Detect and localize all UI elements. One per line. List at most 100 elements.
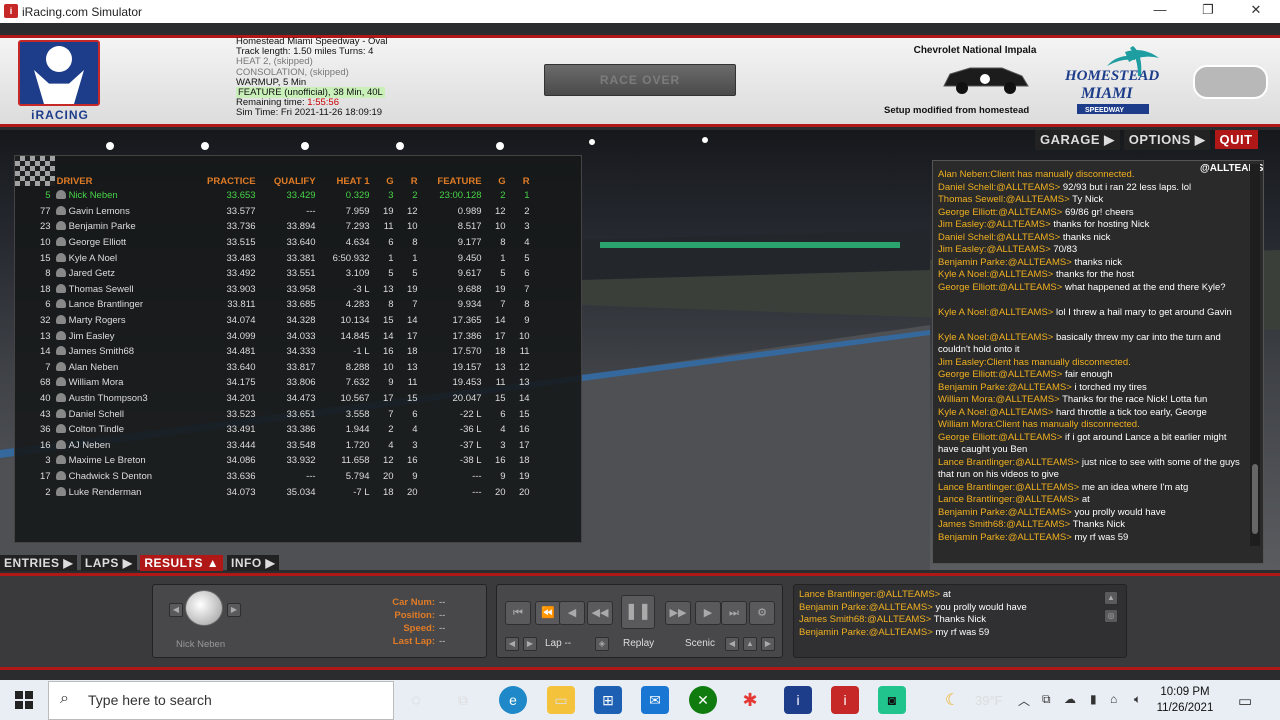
table-row[interactable]: 23 Benjamin Parke 33.736 33.894 7.293 11 10 8.5… [37, 219, 533, 235]
replay-step-forward-icon[interactable]: ▶ [695, 601, 721, 625]
col-practice[interactable]: PRACTICE [199, 174, 259, 188]
table-row[interactable]: 3 Maxime Le Breton 34.086 33.932 11.658 12 16 -… [37, 453, 533, 469]
practice-time: 33.903 [226, 283, 256, 295]
replay-camera-icon[interactable]: ⚙ [749, 601, 775, 625]
col-g2[interactable]: G [485, 174, 509, 188]
col-r1[interactable]: R [397, 174, 421, 188]
lap-next-button[interactable]: ▶ [523, 637, 537, 651]
tray-mic-icon[interactable]: ▮ [1090, 692, 1097, 706]
tab-results[interactable]: RESULTS ▲ [140, 555, 224, 571]
table-row[interactable]: 32 Marty Rogers 34.074 34.328 10.134 15 14 17.3… [37, 313, 533, 329]
feature-result: 9.450 [457, 252, 482, 264]
tray-volume-icon[interactable]: 🔈︎ [1134, 692, 1141, 707]
file-explorer-icon[interactable]: ▭ [547, 686, 575, 714]
chat-text: Client has manually disconnected. [990, 169, 1135, 180]
heat1-result: 0.329 [345, 190, 370, 202]
table-row[interactable]: 14 James Smith68 34.481 34.333 -1 L 16 18 17.57… [37, 344, 533, 360]
table-row[interactable]: 17 Chadwick S Denton 33.636 --- 5.794 20 9 --- 9… [37, 469, 533, 485]
tab-laps[interactable]: LAPS ▶ [80, 555, 137, 571]
col-g1[interactable]: G [373, 174, 397, 188]
table-row[interactable]: 8 Jared Getz 33.492 33.551 3.109 5 5 9.617 5 6 [37, 266, 533, 282]
hud-toggle-button[interactable] [1193, 65, 1268, 99]
lap-prev-button[interactable]: ◀ [505, 637, 519, 651]
car-number: 2 [45, 486, 51, 498]
table-row[interactable]: 16 AJ Neben 33.444 33.548 1.720 4 3 -37 L 3 17 [37, 438, 533, 454]
replay-mode-icon[interactable]: ◈ [595, 637, 609, 651]
col-r2[interactable]: R [509, 174, 533, 188]
camera-prev-button[interactable]: ◀ [725, 637, 739, 651]
store-icon[interactable]: ⊞ [594, 686, 622, 714]
notifications-icon[interactable]: ▭ [1238, 692, 1252, 710]
tab-info[interactable]: INFO ▶ [227, 555, 280, 571]
iracing-ui-icon[interactable]: i [784, 686, 812, 714]
replay-pause-icon[interactable]: ❚❚ [621, 595, 655, 629]
chat-panel[interactable]: Alan Neben:Client has manually disconnec… [932, 160, 1264, 564]
speed-value: -- [439, 623, 446, 634]
race-over-button[interactable]: RACE OVER [544, 64, 736, 96]
feature-grid: 15 [495, 393, 506, 405]
table-row[interactable]: 7 Alan Neben 33.640 33.817 8.288 10 13 19.157 13… [37, 360, 533, 376]
table-row[interactable]: 43 Daniel Schell 33.523 33.651 3.558 7 6 -22 L 6… [37, 406, 533, 422]
table-row[interactable]: 18 Thomas Sewell 33.903 33.958 -3 L 13 19 9.688… [37, 282, 533, 298]
col-feature[interactable]: FEATURE [421, 174, 485, 188]
garage-button[interactable]: GARAGE ▶ [1035, 130, 1120, 150]
camera-up-button[interactable]: ▲ [743, 637, 757, 651]
table-row[interactable]: 13 Jim Easley 34.099 34.033 14.845 14 17 17.386… [37, 328, 533, 344]
tray-expand-icon[interactable]: ︿ [1018, 692, 1030, 709]
chat-sender: Lance Brantlinger:@ALLTEAMS> [938, 494, 1080, 505]
iracing-sim-icon[interactable]: i [831, 686, 859, 714]
tray-device-icon[interactable]: ⧉ [1042, 692, 1051, 707]
weather-temperature[interactable]: 39°F [975, 693, 1003, 708]
tab-entries[interactable]: ENTRIES ▶ [0, 555, 78, 571]
taskbar-clock[interactable]: 10:09 PM 11/26/2021 [1150, 684, 1220, 716]
maximize-button[interactable]: ❐ [1188, 2, 1228, 22]
col-driver[interactable]: DRIVER [54, 174, 199, 188]
car-number: 6 [45, 299, 51, 311]
edge-icon[interactable]: e [499, 686, 527, 714]
windows-start-icon[interactable] [14, 690, 34, 710]
taskbar-search-placeholder[interactable]: Type here to search [88, 692, 212, 708]
minimize-button[interactable]: — [1140, 2, 1180, 22]
cortana-icon[interactable]: ○ [402, 686, 430, 714]
replay-rewind-icon[interactable]: ◀◀ [587, 601, 613, 625]
table-row[interactable]: 5 Nick Neben 33.653 33.429 0.329 3 2 23:00.128 2… [37, 188, 533, 204]
replay-start-icon[interactable]: ⏮ [505, 601, 531, 625]
chat-sender: George Elliott:@ALLTEAMS> [938, 281, 1063, 293]
replay-end-icon[interactable]: ⏭ [721, 601, 747, 625]
close-button[interactable]: ✕ [1236, 2, 1276, 22]
slack-icon[interactable]: ✱ [736, 686, 764, 714]
chat-message: Benjamin Parke:@ALLTEAMS> i torched my t… [938, 382, 1246, 394]
chat-text: thanks for hosting Nick [1050, 219, 1150, 230]
table-row[interactable]: 36 Colton Tindle 33.491 33.386 1.944 2 4 -36 L 4… [37, 422, 533, 438]
options-button[interactable]: OPTIONS ▶ [1123, 130, 1211, 150]
replay-step-back-icon[interactable]: ◀ [559, 601, 585, 625]
table-row[interactable]: 77 Gavin Lemons 33.577 --- 7.959 19 12 0.989 12 2 [37, 204, 533, 220]
table-row[interactable]: 68 William Mora 34.175 33.806 7.632 9 11 19.453… [37, 375, 533, 391]
next-car-button[interactable]: ▶ [227, 603, 241, 617]
replay-fast-forward-icon[interactable]: ▶▶ [665, 601, 691, 625]
tray-cloud-icon[interactable]: ☁ [1064, 692, 1076, 706]
col-heat1[interactable]: HEAT 1 [319, 174, 373, 188]
table-row[interactable]: 10 George Elliott 33.515 33.640 4.634 6 8 9.177… [37, 235, 533, 251]
tray-network-icon[interactable]: ⌂ [1110, 692, 1117, 706]
quit-button[interactable]: QUIT [1214, 130, 1258, 149]
replay-prev-incident-icon[interactable]: ⏪ [535, 601, 561, 625]
prev-car-button[interactable]: ◀ [169, 603, 183, 617]
mail-icon[interactable]: ✉ [641, 686, 669, 714]
clock-date: 11/26/2021 [1156, 702, 1214, 714]
chat-scroll-thumb[interactable] [1252, 464, 1258, 534]
table-row[interactable]: 40 Austin Thompson3 34.201 34.473 10.567 17 15… [37, 391, 533, 407]
table-row[interactable]: 6 Lance Brantlinger 33.811 33.685 4.283 8 7 9.9… [37, 297, 533, 313]
chat-message: Kyle A Noel:@ALLTEAMS> hard throttle a t… [938, 407, 1246, 419]
chat-app-icon[interactable]: ◙ [878, 686, 906, 714]
mini-chat-panel[interactable]: ▲ ◎ Lance Brantlinger:@ALLTEAMS> at Benja… [793, 584, 1127, 658]
chat-scrollbar[interactable] [1250, 164, 1260, 546]
col-qualify[interactable]: QUALIFY [259, 174, 319, 188]
weather-moon-icon[interactable]: ☾ [945, 690, 959, 710]
task-view-icon[interactable]: ⧉ [449, 686, 477, 714]
camera-next-button[interactable]: ▶ [761, 637, 775, 651]
table-row[interactable]: 15 Kyle A Noel 33.483 33.381 6:50.932 1 1 9.450… [37, 250, 533, 266]
table-row[interactable]: 2 Luke Renderman 34.073 35.034 -7 L 18 20 --- 20… [37, 484, 533, 500]
practice-time: 33.523 [226, 408, 256, 420]
xbox-icon[interactable]: ✕ [689, 686, 717, 714]
